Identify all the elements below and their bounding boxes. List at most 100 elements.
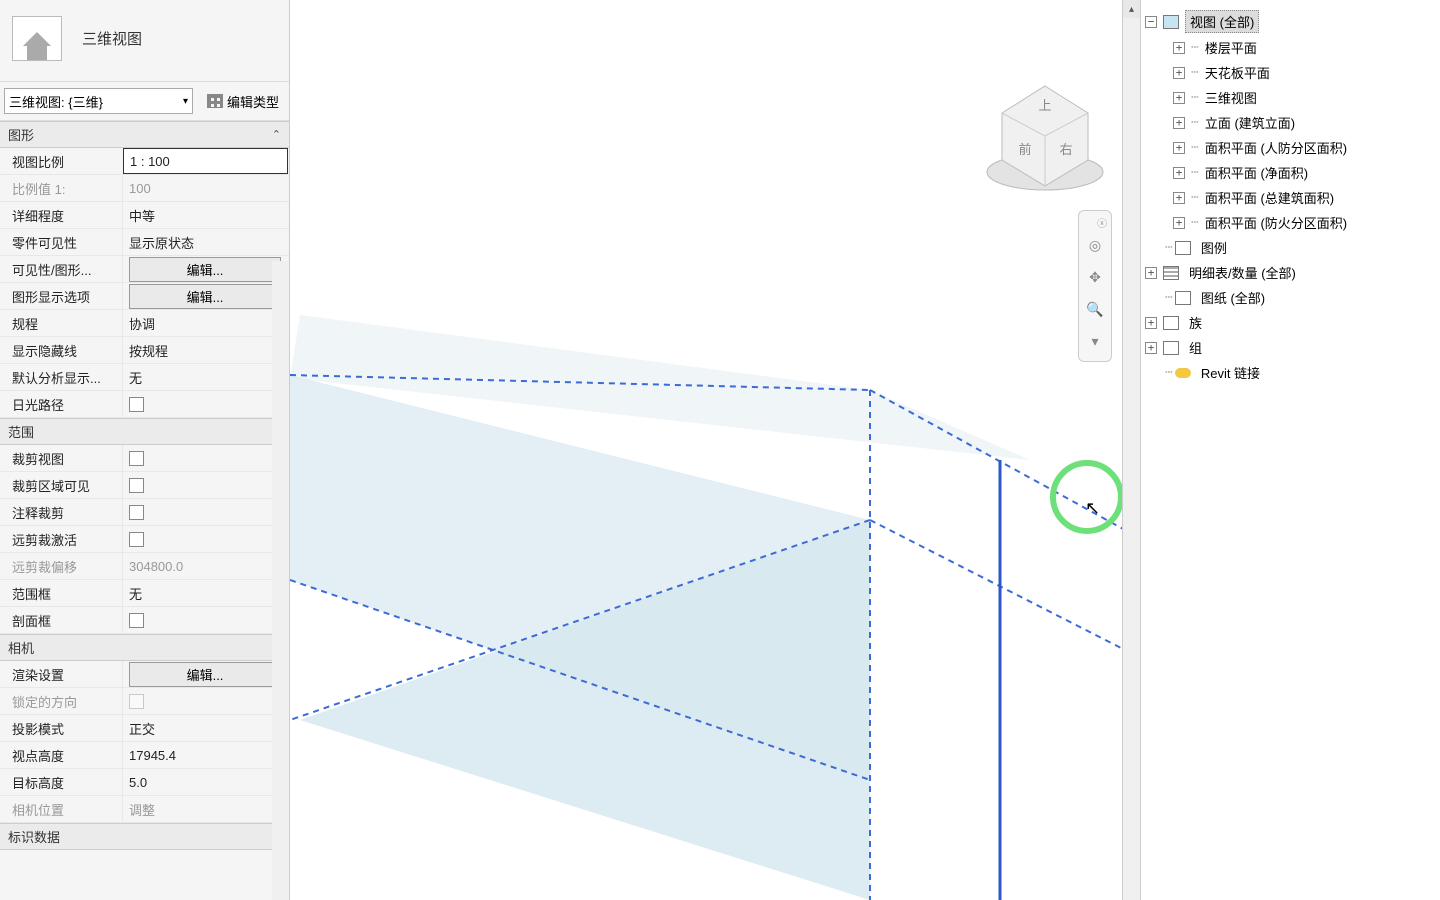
type-selector-row: 三维视图: {三维} ▾ 编辑类型 [0, 82, 289, 121]
tree-connector: ⋯ [1191, 40, 1197, 55]
tree-expand-icon[interactable]: + [1173, 42, 1185, 54]
checkbox[interactable] [129, 397, 144, 412]
property-value[interactable]: 1 : 100 [123, 148, 288, 174]
view-type-icon[interactable] [12, 16, 62, 61]
zoom-icon[interactable]: 🔍 [1079, 293, 1111, 325]
edit-type-button[interactable]: 编辑类型 [201, 90, 285, 113]
property-row: 相机位置调整 [0, 796, 289, 823]
property-value[interactable]: 按规程 [122, 337, 289, 363]
tree-schedules-label: 明细表/数量 (全部) [1185, 262, 1300, 283]
tree-expand-icon[interactable]: + [1173, 167, 1185, 179]
section-extents[interactable]: 范围 ⌃ [0, 418, 289, 445]
tree-view-item[interactable]: +⋯楼层平面 [1165, 35, 1436, 60]
property-label: 比例值 1: [0, 179, 122, 198]
checkbox[interactable] [129, 613, 144, 628]
pan-icon[interactable]: ✥ [1079, 261, 1111, 293]
property-value[interactable]: 17945.4 [122, 742, 289, 768]
section-camera[interactable]: 相机 ⌃ [0, 634, 289, 661]
navbar-close-icon[interactable]: ⓧ [1079, 215, 1111, 229]
property-value [122, 445, 289, 471]
tree-view-item[interactable]: +⋯面积平面 (防火分区面积) [1165, 210, 1436, 235]
viewcube-right: 右 [1059, 142, 1072, 157]
tree-view-item[interactable]: +⋯面积平面 (净面积) [1165, 160, 1436, 185]
property-value: 编辑... [122, 256, 289, 282]
property-value [122, 526, 289, 552]
tree-leaf-icon: ⋯ [1165, 290, 1171, 305]
scroll-up-icon[interactable]: ▴ [1123, 0, 1140, 18]
property-value[interactable]: 显示原状态 [122, 229, 289, 255]
section-extents-label: 范围 [8, 422, 34, 441]
tree-connector: ⋯ [1191, 65, 1197, 80]
tree-expand-icon[interactable]: + [1173, 142, 1185, 154]
edit-button[interactable]: 编辑... [129, 257, 281, 282]
property-value[interactable]: 无 [122, 580, 289, 606]
canvas-scrollbar[interactable]: ▴ [1122, 0, 1140, 900]
property-value[interactable]: 协调 [122, 310, 289, 336]
viewcube[interactable]: 上 前 右 [980, 68, 1110, 198]
property-row: 远剪裁偏移304800.0 [0, 553, 289, 580]
edit-button[interactable]: 编辑... [129, 662, 281, 687]
checkbox[interactable] [129, 451, 144, 466]
section-identity[interactable]: 标识数据 ⌃ [0, 823, 289, 850]
tree-families[interactable]: + 族 [1145, 310, 1436, 335]
tree-groups-label: 组 [1185, 337, 1206, 358]
tree-view-item[interactable]: +⋯三维视图 [1165, 85, 1436, 110]
tree-root-views[interactable]: − 视图 (全部) [1145, 8, 1436, 35]
tree-expand-icon[interactable]: + [1173, 192, 1185, 204]
property-value: 编辑... [122, 283, 289, 309]
section-camera-label: 相机 [8, 638, 34, 657]
property-value[interactable]: 无 [122, 364, 289, 390]
property-value [122, 499, 289, 525]
project-browser: − 视图 (全部) +⋯楼层平面+⋯天花板平面+⋯三维视图+⋯立面 (建筑立面)… [1140, 0, 1440, 900]
property-value [122, 391, 289, 417]
property-row: 裁剪区域可见 [0, 472, 289, 499]
tree-links[interactable]: ⋯ Revit 链接 [1145, 360, 1436, 385]
checkbox[interactable] [129, 532, 144, 547]
property-label: 投影模式 [0, 719, 122, 738]
property-row: 零件可见性显示原状态 [0, 229, 289, 256]
section-graphics[interactable]: 图形 ⌃ [0, 121, 289, 148]
property-value[interactable]: 5.0 [122, 769, 289, 795]
canvas-3d-view[interactable]: ↖ 上 前 右 ⓧ ◎ ✥ 🔍 ▾ ▴ [290, 0, 1140, 900]
tree-view-label: 面积平面 (防火分区面积) [1201, 212, 1351, 233]
property-label: 图形显示选项 [0, 287, 122, 306]
checkbox[interactable] [129, 478, 144, 493]
view-type-title: 三维视图 [82, 28, 142, 49]
tree-view-item[interactable]: +⋯面积平面 (总建筑面积) [1165, 185, 1436, 210]
tree-expand-icon[interactable]: + [1173, 92, 1185, 104]
tree-expand-icon[interactable]: + [1173, 67, 1185, 79]
tree-view-item[interactable]: +⋯天花板平面 [1165, 60, 1436, 85]
property-value[interactable]: 正交 [122, 715, 289, 741]
property-row: 远剪裁激活 [0, 526, 289, 553]
property-label: 渲染设置 [0, 665, 122, 684]
tree-legends[interactable]: ⋯ 图例 [1145, 235, 1436, 260]
type-selector-value: 三维视图: {三维} [9, 92, 103, 111]
tree-expand-icon[interactable]: + [1173, 117, 1185, 129]
tree-collapse-icon[interactable]: − [1145, 16, 1157, 28]
property-value[interactable]: 中等 [122, 202, 289, 228]
tree-expand-icon[interactable]: + [1145, 317, 1157, 329]
property-row: 视点高度17945.4 [0, 742, 289, 769]
tree-sheets[interactable]: ⋯ 图纸 (全部) [1145, 285, 1436, 310]
properties-scrollbar[interactable] [272, 261, 289, 900]
property-value [122, 607, 289, 633]
cursor-highlight-ring [1050, 460, 1124, 534]
type-selector[interactable]: 三维视图: {三维} ▾ [4, 88, 193, 114]
tree-view-item[interactable]: +⋯面积平面 (人防分区面积) [1165, 135, 1436, 160]
nav-more-icon[interactable]: ▾ [1079, 325, 1111, 357]
property-row: 目标高度5.0 [0, 769, 289, 796]
tree-expand-icon[interactable]: + [1173, 217, 1185, 229]
tree-schedules[interactable]: + 明细表/数量 (全部) [1145, 260, 1436, 285]
viewcube-top: 上 [1038, 98, 1051, 113]
property-row: 注释裁剪 [0, 499, 289, 526]
tree-links-label: Revit 链接 [1197, 362, 1264, 383]
tree-expand-icon[interactable]: + [1145, 342, 1157, 354]
tree-connector: ⋯ [1191, 140, 1197, 155]
tree-expand-icon[interactable]: + [1145, 267, 1157, 279]
steering-wheel-icon[interactable]: ◎ [1079, 229, 1111, 261]
property-row: 比例值 1:100 [0, 175, 289, 202]
tree-groups[interactable]: + 组 [1145, 335, 1436, 360]
edit-button[interactable]: 编辑... [129, 284, 281, 309]
checkbox[interactable] [129, 505, 144, 520]
tree-view-item[interactable]: +⋯立面 (建筑立面) [1165, 110, 1436, 135]
